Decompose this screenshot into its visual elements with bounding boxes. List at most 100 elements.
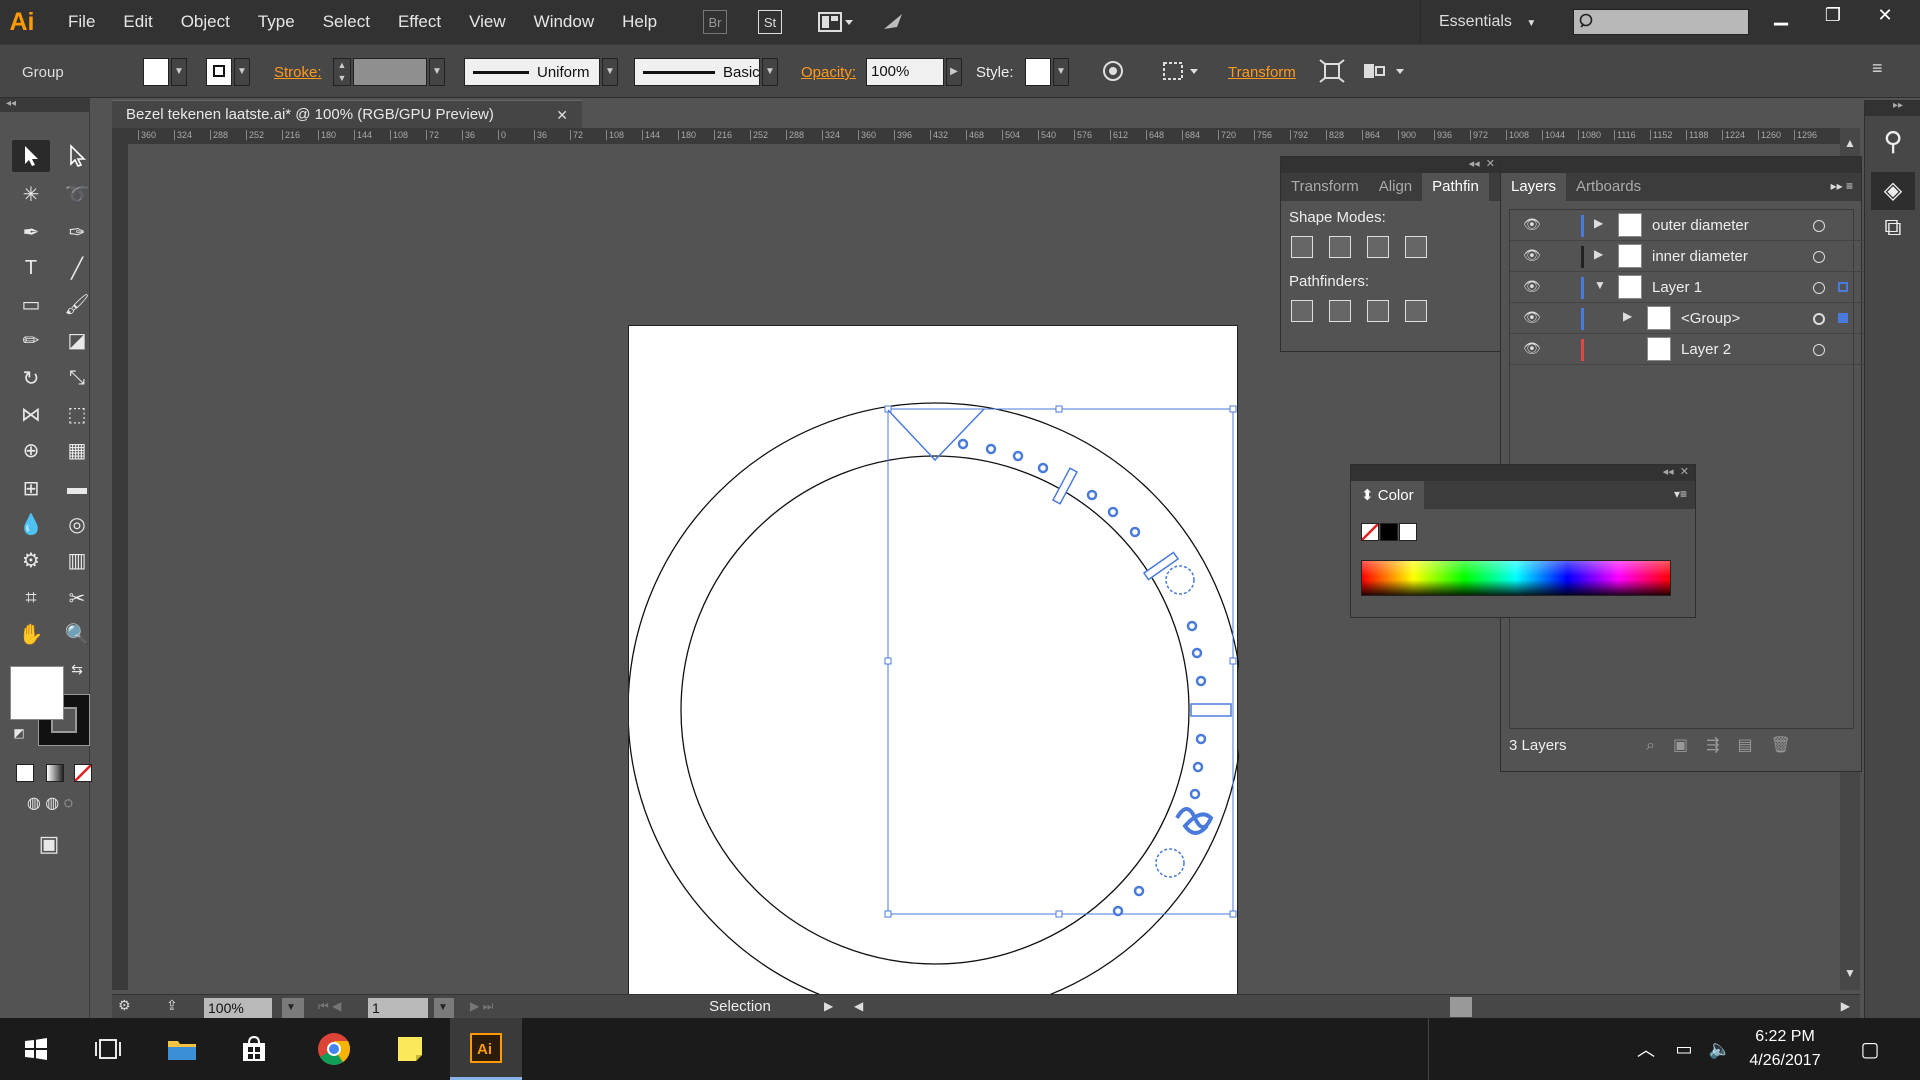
width-tool-icon[interactable]: ⋈ xyxy=(12,398,50,430)
stroke-weight-dropdown[interactable]: ▼ xyxy=(429,58,445,86)
close-button[interactable]: ✕ xyxy=(1860,0,1910,30)
symbol-sprayer-tool-icon[interactable]: ⚙ xyxy=(12,544,50,576)
visibility-eye-icon[interactable]: 👁 xyxy=(1523,216,1541,234)
layer-name[interactable]: Layer 1 xyxy=(1652,279,1702,296)
opacity-field[interactable]: 100% xyxy=(866,58,944,86)
tab-layers[interactable]: Layers xyxy=(1501,173,1567,201)
dock-collapse-icon[interactable]: ▸▸ xyxy=(1865,100,1920,116)
isolate-group-icon[interactable] xyxy=(1318,58,1348,86)
tab-artboards[interactable]: Artboards xyxy=(1566,173,1651,201)
recolor-artwork-icon[interactable] xyxy=(1100,58,1128,86)
none-mode-button[interactable] xyxy=(74,764,92,782)
scroll-thumb[interactable] xyxy=(1450,997,1472,1017)
eraser-tool-icon[interactable]: ◪ xyxy=(58,324,96,356)
opacity-arrow[interactable]: ▶ xyxy=(946,58,962,86)
zoom-dropdown[interactable]: ▼ xyxy=(282,998,304,1018)
panel-collapse-icon[interactable]: ◂◂ ✕ xyxy=(1281,157,1501,173)
stock-button[interactable]: St xyxy=(758,10,782,34)
paintbrush-tool-icon[interactable]: 🖌 xyxy=(58,288,96,320)
menu-select[interactable]: Select xyxy=(309,0,384,44)
first-artboard-icon[interactable]: ⏮ ◀ xyxy=(318,999,341,1014)
stroke-weight-field[interactable] xyxy=(353,58,427,86)
layers-footer-icons[interactable]: ⌕▣⇶▤🗑 xyxy=(1646,735,1809,755)
layer-row-group[interactable]: 👁 ▶ <Group> xyxy=(1510,303,1865,334)
selection-tool-icon[interactable] xyxy=(12,140,50,172)
magic-wand-tool-icon[interactable]: ✳ xyxy=(12,178,50,210)
layers-dock-icon[interactable]: ◈ xyxy=(1871,172,1915,210)
shape-builder-tool-icon[interactable]: ⊕ xyxy=(12,434,50,466)
unite-icon[interactable] xyxy=(1291,236,1313,258)
control-panel-menu-icon[interactable]: ≡ xyxy=(1872,58,1902,86)
visibility-eye-icon[interactable]: 👁 xyxy=(1523,309,1541,327)
rectangle-tool-icon[interactable]: ▭ xyxy=(12,288,50,320)
sticky-notes-icon[interactable] xyxy=(374,1018,446,1080)
tab-pathfinder[interactable]: Pathfin xyxy=(1422,173,1489,201)
column-graph-tool-icon[interactable]: ▥ xyxy=(58,544,96,576)
clock-time[interactable]: 6:22 PM xyxy=(1740,1028,1830,1046)
stroke-swatch[interactable] xyxy=(206,58,232,86)
pen-tool-icon[interactable]: ✒ xyxy=(12,216,50,248)
color-mode-button[interactable] xyxy=(16,764,34,782)
visibility-eye-icon[interactable]: 👁 xyxy=(1523,278,1541,296)
layer-name[interactable]: <Group> xyxy=(1681,310,1740,327)
start-icon[interactable] xyxy=(0,1018,72,1080)
scroll-left-icon[interactable]: ◀ xyxy=(854,999,863,1013)
volume-icon[interactable]: 🔈 xyxy=(1700,1018,1740,1080)
eyedropper-tool-icon[interactable]: 💧 xyxy=(12,508,50,540)
blend-tool-icon[interactable]: ◎ xyxy=(58,508,96,540)
artwork[interactable] xyxy=(629,326,1239,1080)
target-icon[interactable] xyxy=(1813,220,1825,232)
color-panel-menu-icon[interactable]: ▾≡ xyxy=(1666,481,1695,509)
default-fill-stroke-icon[interactable]: ◩ xyxy=(8,722,30,744)
drawing-modes-icon[interactable]: ◍ ◍ ◌ xyxy=(10,790,90,816)
pencil-tool-icon[interactable]: ✏ xyxy=(12,324,50,356)
black-swatch[interactable] xyxy=(1380,523,1398,541)
zoom-tool-icon[interactable]: 🔍 xyxy=(58,618,96,650)
chrome-icon[interactable] xyxy=(298,1018,370,1080)
workspace-switcher[interactable]: Essentials ▼ xyxy=(1420,0,1536,44)
layer-name[interactable]: Layer 2 xyxy=(1681,341,1731,358)
color-spectrum[interactable] xyxy=(1361,560,1671,596)
fill-swatch[interactable] xyxy=(143,58,169,86)
menu-effect[interactable]: Effect xyxy=(384,0,455,44)
artboard-dropdown[interactable]: ▼ xyxy=(434,998,454,1018)
stroke-dropdown[interactable]: ▼ xyxy=(234,58,250,86)
scroll-up-icon[interactable]: ▲ xyxy=(1844,136,1856,150)
target-icon[interactable] xyxy=(1813,251,1825,263)
align-to-icon[interactable] xyxy=(1160,58,1206,86)
search-input[interactable] xyxy=(1573,9,1749,35)
intersect-icon[interactable] xyxy=(1367,236,1389,258)
trim-icon[interactable] xyxy=(1329,300,1351,322)
layer-name[interactable]: inner diameter xyxy=(1652,248,1748,265)
expand-triangle-icon[interactable]: ▶ xyxy=(1623,309,1632,323)
perspective-grid-tool-icon[interactable]: ▦ xyxy=(58,434,96,466)
opacity-label[interactable]: Opacity: xyxy=(801,64,856,81)
layers-panel-menu-icon[interactable]: ▸▸ ≡ xyxy=(1823,173,1861,201)
layer-row-outer-diameter[interactable]: 👁 ▶ outer diameter xyxy=(1510,210,1865,241)
direct-selection-tool-icon[interactable] xyxy=(58,140,96,172)
mesh-tool-icon[interactable]: ⊞ xyxy=(12,472,50,504)
menu-edit[interactable]: Edit xyxy=(109,0,166,44)
lasso-tool-icon[interactable]: ➰ xyxy=(58,178,96,210)
artboard-tool-icon[interactable]: ⌗ xyxy=(12,582,50,614)
gpu-performance-icon[interactable] xyxy=(878,10,908,34)
gradient-mode-button[interactable] xyxy=(46,764,64,782)
layer-row-layer-1[interactable]: 👁 ▼ Layer 1 xyxy=(1510,272,1865,303)
layer-row-layer-2[interactable]: 👁 Layer 2 xyxy=(1510,334,1865,365)
visibility-eye-icon[interactable]: 👁 xyxy=(1523,340,1541,358)
free-transform-tool-icon[interactable]: ⬚ xyxy=(58,398,96,430)
illustrator-icon[interactable]: Ai xyxy=(450,1018,522,1080)
arrange-documents-icon[interactable] xyxy=(816,10,856,34)
target-icon[interactable] xyxy=(1813,313,1825,325)
menu-window[interactable]: Window xyxy=(520,0,608,44)
scroll-down-icon[interactable]: ▼ xyxy=(1844,966,1856,980)
divide-icon[interactable] xyxy=(1291,300,1313,322)
gradient-tool-icon[interactable]: ▬ xyxy=(58,472,96,504)
menu-object[interactable]: Object xyxy=(167,0,244,44)
swap-fill-stroke-icon[interactable]: ⇆ xyxy=(66,658,88,680)
type-tool-icon[interactable]: T xyxy=(12,252,50,284)
fill-color-box[interactable] xyxy=(10,666,64,720)
selection-indicator[interactable] xyxy=(1838,313,1848,323)
collapse-triangle-icon[interactable]: ▼ xyxy=(1594,278,1606,292)
target-icon[interactable] xyxy=(1813,282,1825,294)
